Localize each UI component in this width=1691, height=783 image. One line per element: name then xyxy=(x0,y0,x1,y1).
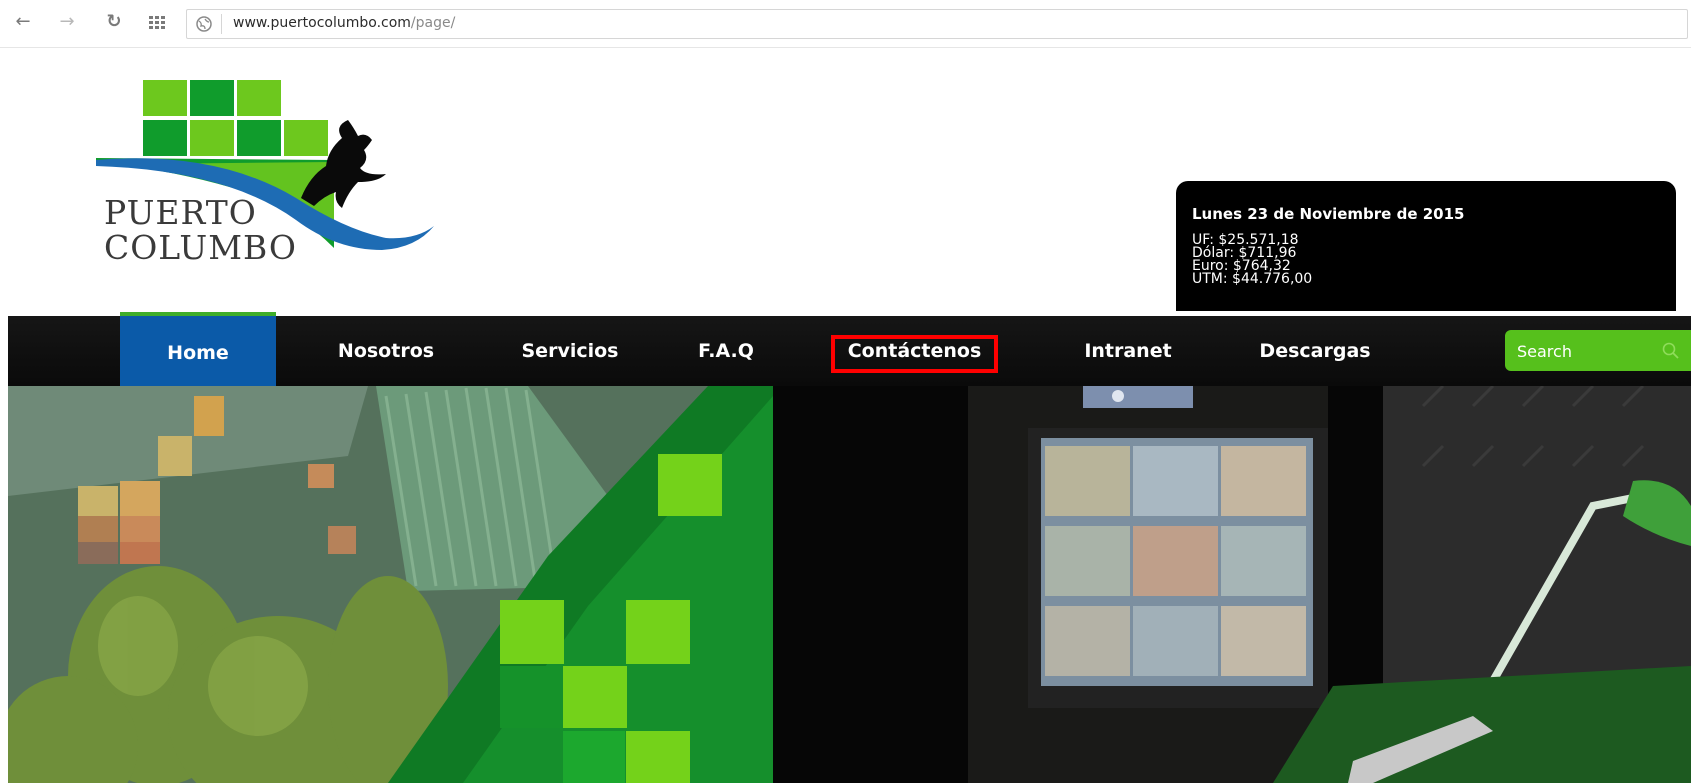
nav-item-contactenos[interactable]: Contáctenos xyxy=(831,316,998,386)
arrow-right-icon[interactable]: → xyxy=(56,11,78,33)
nav-item-servicios[interactable]: Servicios xyxy=(495,316,645,386)
info-utm: UTM: $44.776,00 xyxy=(1192,271,1313,287)
url-path: /page/ xyxy=(410,15,456,31)
nav-item-nosotros[interactable]: Nosotros xyxy=(311,316,461,386)
logo-text-line2: COLUMBO xyxy=(104,228,297,267)
hero-banner xyxy=(8,386,1691,783)
hero-photo-port xyxy=(8,386,773,783)
hero-photo-control-room xyxy=(773,386,1691,783)
control-room-image xyxy=(773,386,1691,783)
search-input[interactable] xyxy=(1515,338,1659,364)
main-nav: Home Nosotros Servicios F.A.Q Contácteno… xyxy=(8,312,1691,390)
url-domain: www.puertocolumbo.com xyxy=(233,15,411,31)
info-date: Lunes 23 de Noviembre de 2015 xyxy=(1192,205,1465,223)
arrow-left-icon[interactable]: ← xyxy=(12,11,34,33)
nav-item-descargas[interactable]: Descargas xyxy=(1235,316,1395,386)
port-aerial-image xyxy=(8,386,773,783)
search-box xyxy=(1505,330,1691,371)
search-icon[interactable] xyxy=(1661,341,1681,361)
globe-icon xyxy=(196,16,212,32)
reload-icon[interactable]: ↻ xyxy=(103,11,125,33)
nav-item-faq[interactable]: F.A.Q xyxy=(666,316,786,386)
logo-text-line1: PUERTO xyxy=(104,193,257,232)
apps-grid-icon[interactable] xyxy=(146,11,168,33)
browser-toolbar: ← → ↻ www.puertocolumbo.com/page/ xyxy=(0,0,1691,48)
address-bar[interactable]: www.puertocolumbo.com/page/ xyxy=(186,9,1688,39)
url-text: www.puertocolumbo.com/page/ xyxy=(233,15,455,31)
page: ← → ↻ www.puertocolumbo.com/page/ PUERTO… xyxy=(0,0,1691,783)
currency-info-box: Lunes 23 de Noviembre de 2015 UF: $25.57… xyxy=(1176,181,1676,311)
address-separator xyxy=(221,14,222,34)
nav-item-intranet[interactable]: Intranet xyxy=(1063,316,1193,386)
nav-item-home[interactable]: Home xyxy=(120,312,276,390)
